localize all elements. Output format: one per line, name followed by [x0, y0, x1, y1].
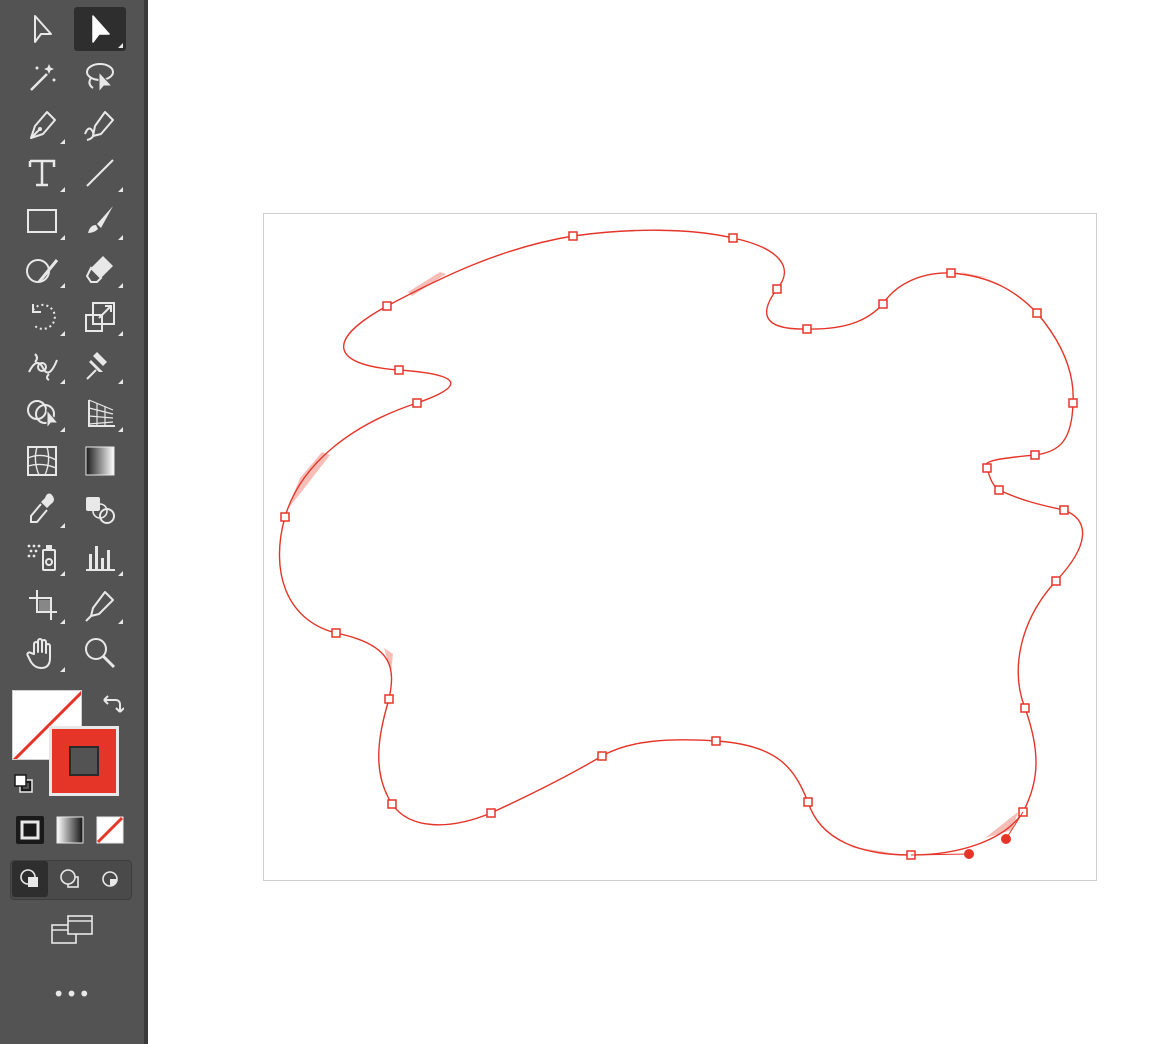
anchor-point[interactable] — [1032, 308, 1042, 318]
direction-handle[interactable] — [1001, 834, 1011, 844]
anchor-point[interactable] — [382, 301, 392, 311]
anchor-point[interactable] — [1030, 450, 1040, 460]
direction-handle[interactable] — [964, 849, 974, 859]
anchor-point[interactable] — [387, 799, 397, 809]
anchor-point[interactable] — [946, 268, 956, 278]
canvas[interactable] — [0, 0, 1154, 1044]
anchor-point[interactable] — [1051, 576, 1061, 586]
artboard[interactable] — [263, 213, 1097, 881]
anchor-point[interactable] — [803, 797, 813, 807]
anchor-point[interactable] — [331, 628, 341, 638]
anchor-point[interactable] — [394, 365, 404, 375]
anchor-point[interactable] — [878, 299, 888, 309]
anchor-point[interactable] — [1020, 703, 1030, 713]
anchor-point[interactable] — [1059, 505, 1069, 515]
anchor-point[interactable] — [280, 512, 290, 522]
anchor-point[interactable] — [568, 231, 578, 241]
anchor-point[interactable] — [982, 463, 992, 473]
anchor-point[interactable] — [728, 233, 738, 243]
anchor-point[interactable] — [1068, 398, 1078, 408]
anchor-point[interactable] — [384, 694, 394, 704]
anchor-point[interactable] — [486, 808, 496, 818]
anchor-point[interactable] — [802, 324, 812, 334]
anchor-point[interactable] — [994, 485, 1004, 495]
anchor-point[interactable] — [772, 284, 782, 294]
anchor-point[interactable] — [412, 398, 422, 408]
anchor-point[interactable] — [711, 736, 721, 746]
anchor-point[interactable] — [597, 751, 607, 761]
